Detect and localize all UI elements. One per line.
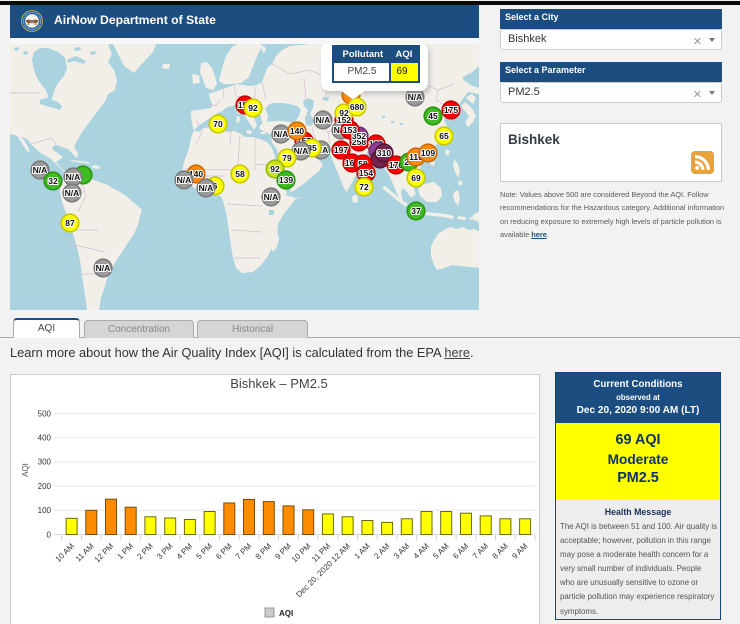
svg-text:10 PM: 10 PM [290,541,313,564]
svg-text:300: 300 [38,458,52,467]
svg-text:N/A: N/A [65,188,80,198]
svg-text:37: 37 [411,206,421,216]
svg-text:310: 310 [377,148,391,158]
svg-text:4 PM: 4 PM [175,541,195,561]
svg-text:11 AM: 11 AM [74,541,96,563]
svg-text:Bishkek – PM2.5: Bishkek – PM2.5 [230,376,328,391]
svg-text:N/A: N/A [96,263,111,273]
svg-text:2 PM: 2 PM [135,541,155,561]
svg-text:175: 175 [444,105,458,115]
svg-text:140: 140 [290,126,304,136]
svg-text:79: 79 [282,153,292,163]
svg-text:5 AM: 5 AM [431,541,450,560]
svg-text:69: 69 [411,173,421,183]
svg-text:45: 45 [428,111,438,121]
svg-text:9 AM: 9 AM [510,541,529,560]
svg-text:N/A: N/A [274,129,289,139]
svg-text:7 AM: 7 AM [471,541,490,560]
svg-text:92: 92 [339,108,349,118]
svg-text:5 PM: 5 PM [194,541,214,561]
svg-text:AQI: AQI [21,463,30,477]
svg-text:92: 92 [248,103,258,113]
svg-text:AQI: AQI [279,609,293,618]
svg-text:500: 500 [38,409,52,418]
svg-text:6 PM: 6 PM [214,541,234,561]
svg-text:72: 72 [359,182,369,192]
svg-text:200: 200 [38,482,52,491]
svg-text:N/A: N/A [408,92,423,102]
svg-text:3 AM: 3 AM [392,541,411,560]
svg-text:N/A: N/A [66,172,81,182]
svg-text:12 PM: 12 PM [93,541,116,564]
svg-text:10 AM: 10 AM [54,541,77,564]
svg-text:680: 680 [350,102,364,112]
svg-text:153: 153 [343,125,357,135]
svg-text:197: 197 [334,145,348,155]
svg-text:2 AM: 2 AM [372,541,391,560]
svg-text:100: 100 [38,506,52,515]
svg-text:N/A: N/A [264,192,279,202]
svg-text:N/A: N/A [177,175,192,185]
svg-text:92: 92 [270,164,280,174]
svg-text:70: 70 [213,119,223,129]
svg-text:400: 400 [38,434,52,443]
svg-text:8 PM: 8 PM [254,541,274,561]
svg-text:32: 32 [48,176,58,186]
svg-text:N/A: N/A [199,183,214,193]
svg-text:8 AM: 8 AM [491,541,510,560]
svg-text:N/A: N/A [33,165,48,175]
svg-text:65: 65 [439,131,449,141]
svg-text:3 PM: 3 PM [155,541,175,561]
svg-text:58: 58 [235,169,245,179]
svg-text:154: 154 [359,168,373,178]
svg-text:4 AM: 4 AM [412,541,431,560]
svg-text:139: 139 [279,175,293,185]
svg-text:1 AM: 1 AM [353,541,372,560]
svg-text:1 PM: 1 PM [116,541,136,561]
svg-text:0: 0 [47,530,52,539]
svg-text:87: 87 [65,218,75,228]
svg-text:109: 109 [421,148,435,158]
svg-text:6 AM: 6 AM [451,541,470,560]
svg-text:7 PM: 7 PM [234,541,254,561]
svg-text:N/A: N/A [316,115,331,125]
